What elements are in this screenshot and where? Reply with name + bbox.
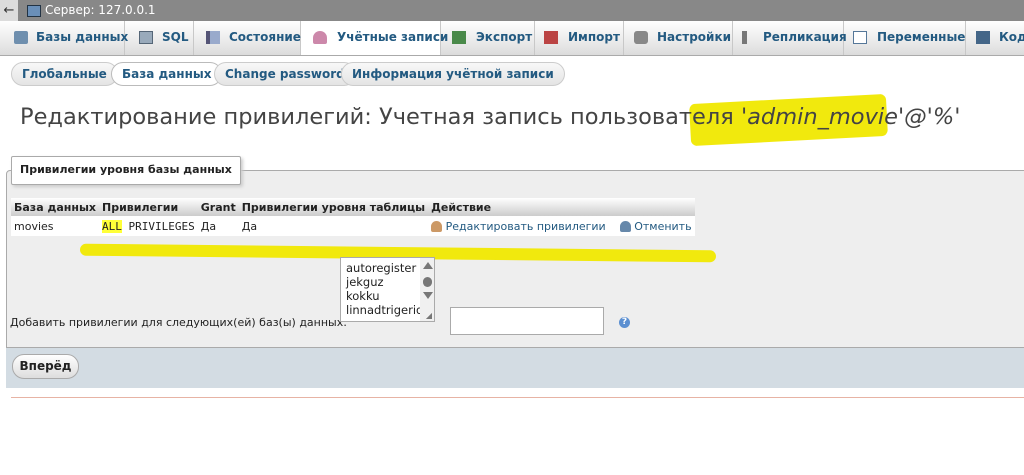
back-arrow-icon[interactable]: ← [0,0,18,21]
col-database: База данных [11,198,100,216]
database-select-list[interactable]: autoregister jekguz kokku linnadtrigerid… [340,257,435,322]
cell-action: Редактировать привилегии Отменить [428,216,695,236]
main-tabs: Базы данных SQL Состояние Учётные записи… [0,21,1024,56]
subtab-database[interactable]: База данных [111,62,223,86]
cell-database: movies [11,216,100,236]
table-row: movies ALL PRIVILEGES Да Да Редактироват… [11,216,695,236]
server-icon [27,5,41,17]
tab-status[interactable]: Состояние [194,21,301,55]
tab-charsets[interactable]: Коди [966,21,1024,55]
tab-export[interactable]: Экспорт [441,21,535,55]
col-table-privileges: Привилегии уровня таблицы [238,198,429,216]
col-grant: Grant [197,198,239,216]
account-name: 'admin_movie'@'%' [740,104,961,130]
cell-table-privileges: Да [238,216,429,236]
help-icon[interactable]: ? [619,317,630,328]
col-privileges: Привилегии [99,198,198,216]
page-title-prefix: Редактирование привилегий: Учетная запис… [20,104,734,130]
sub-tabs: Глобальные База данных Change password И… [0,59,1024,89]
subtab-account-info[interactable]: Информация учётной записи [341,62,565,86]
tab-variables[interactable]: Переменные [844,21,966,55]
tab-settings[interactable]: Настройки [624,21,733,55]
edit-privileges-link[interactable]: Редактировать привилегии [431,220,609,233]
status-icon [206,31,220,44]
section-legend: Привилегии уровня базы данных [11,156,241,185]
revoke-user-icon [619,221,631,232]
cell-privileges: ALL PRIVILEGES [99,216,198,236]
revoke-link[interactable]: Отменить [619,220,692,233]
tab-databases[interactable]: Базы данных [0,21,128,55]
subtab-global[interactable]: Глобальные [11,62,118,86]
edit-user-icon [431,221,443,232]
sql-icon [139,31,153,44]
replication-icon [742,31,747,44]
cell-grant: Да [197,216,239,236]
scroll-thumb[interactable] [423,277,432,287]
scroll-up-icon[interactable] [423,262,433,269]
scroll-down-icon[interactable] [423,292,433,299]
tab-user-accounts[interactable]: Учётные записи [301,21,448,55]
database-name-input[interactable] [450,307,604,335]
priv-all: ALL [102,219,122,233]
charset-icon [976,31,990,44]
priv-rest: PRIVILEGES [121,219,195,233]
go-button[interactable]: Вперёд [12,354,79,379]
window-title-bar: ← Сервер: 127.0.0.1 [0,0,1024,21]
export-icon [452,31,466,44]
resize-grip-icon[interactable]: ◢ [426,311,432,320]
tab-replication[interactable]: Репликация [733,21,847,55]
server-title[interactable]: Сервер: 127.0.0.1 [45,3,156,17]
tab-sql[interactable]: SQL [125,21,194,55]
divider [11,397,1024,398]
table-header-row: База данных Привилегии Grant Привилегии … [11,198,695,216]
import-icon [544,31,558,44]
databases-icon [14,31,28,44]
tab-import[interactable]: Импорт [535,21,624,55]
subtab-change-password[interactable]: Change password [214,62,356,86]
col-action: Действие [428,198,695,216]
form-footer [6,347,1024,388]
add-privileges-label: Добавить привилегии для следующих(ей) ба… [10,316,347,329]
variables-icon [853,31,867,44]
page-title: Редактирование привилегий: Учетная запис… [20,104,960,130]
users-icon [313,31,327,44]
wrench-icon [634,31,648,44]
db-privileges-table: База данных Привилегии Grant Привилегии … [11,198,695,236]
